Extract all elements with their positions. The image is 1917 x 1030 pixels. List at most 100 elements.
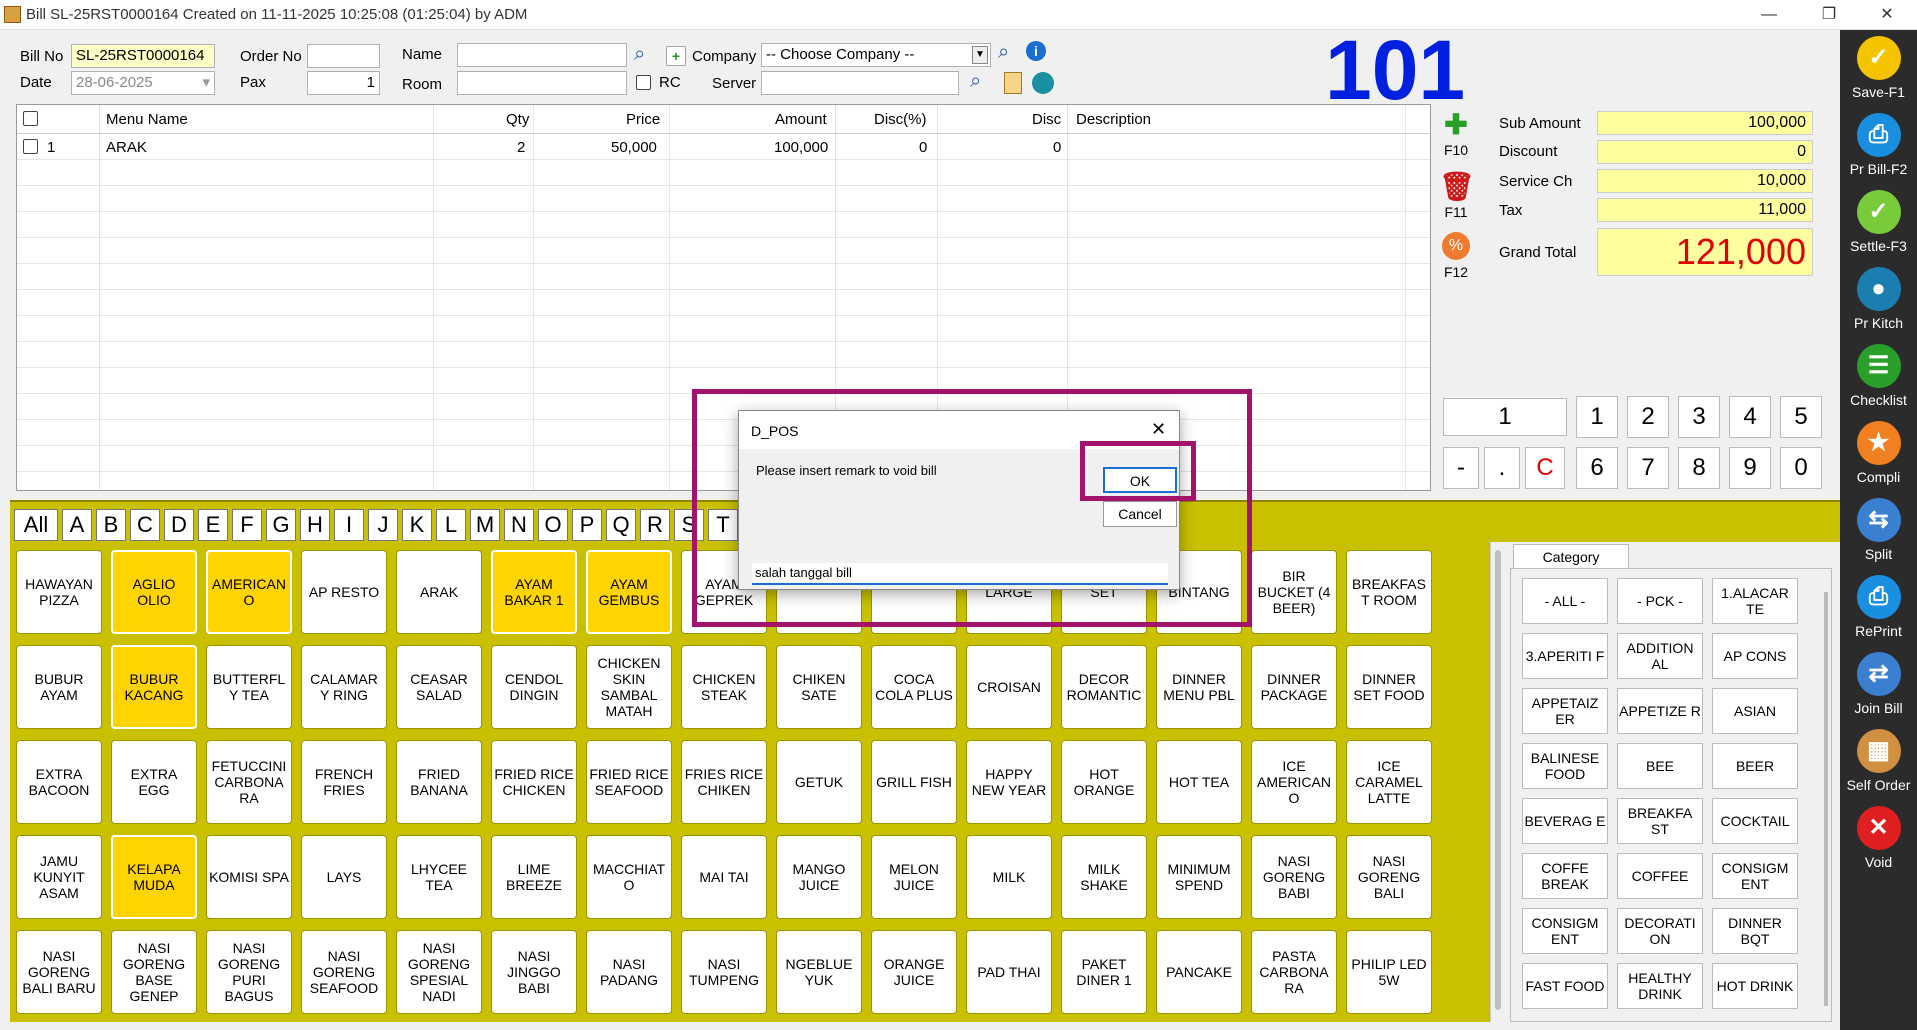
menu-item[interactable]: MACCHIAT O: [586, 835, 672, 919]
alpha-key-a[interactable]: A: [62, 509, 92, 541]
save-f1-button[interactable]: ✓ Save-F1: [1840, 36, 1917, 100]
key-minus[interactable]: -: [1443, 447, 1479, 489]
menu-item[interactable]: FRIES RICE CHIKEN: [681, 740, 767, 824]
menu-item[interactable]: DINNER MENU PBL: [1156, 645, 1242, 729]
category-item[interactable]: COFFE BREAK: [1522, 853, 1608, 899]
menu-item[interactable]: CALAMAR Y RING: [301, 645, 387, 729]
menu-item[interactable]: NASI GORENG BALI BARU: [16, 930, 102, 1014]
alpha-key-d[interactable]: D: [164, 509, 194, 541]
menu-item[interactable]: EXTRA BACOON: [16, 740, 102, 824]
compli-button[interactable]: ★ Compli: [1840, 421, 1917, 485]
menu-item[interactable]: ICE AMERICAN O: [1251, 740, 1337, 824]
alpha-key-e[interactable]: E: [198, 509, 228, 541]
menu-item[interactable]: MINIMUM SPEND: [1156, 835, 1242, 919]
category-item[interactable]: - ALL -: [1522, 578, 1608, 624]
category-item[interactable]: HOT DRINK: [1712, 963, 1798, 1009]
server-field[interactable]: [761, 71, 959, 95]
room-field[interactable]: [457, 71, 627, 95]
key-4[interactable]: 4: [1729, 396, 1771, 438]
alpha-key-r[interactable]: R: [640, 509, 670, 541]
menu-item[interactable]: HAPPY NEW YEAR: [966, 740, 1052, 824]
menu-item[interactable]: NASI GORENG BALI: [1346, 835, 1432, 919]
bill-no-field[interactable]: SL-25RST0000164: [71, 44, 215, 68]
info-icon[interactable]: i: [1026, 41, 1046, 61]
menu-item[interactable]: EXTRA EGG: [111, 740, 197, 824]
menu-item[interactable]: FRIED RICE SEAFOOD: [586, 740, 672, 824]
key-6[interactable]: 6: [1576, 447, 1618, 489]
menu-item[interactable]: NASI JINGGO BABI: [491, 930, 577, 1014]
date-picker[interactable]: 28-06-2025 ▾: [71, 71, 215, 95]
category-item[interactable]: BALINESE FOOD: [1522, 743, 1608, 789]
menu-item[interactable]: PHILIP LED 5W: [1346, 930, 1432, 1014]
menu-item[interactable]: LHYCEE TEA: [396, 835, 482, 919]
menu-item[interactable]: MILK: [966, 835, 1052, 919]
menu-item[interactable]: PASTA CARBONA RA: [1251, 930, 1337, 1014]
menu-item[interactable]: LIME BREEZE: [491, 835, 577, 919]
menu-item[interactable]: CENDOL DINGIN: [491, 645, 577, 729]
restore-button[interactable]: ❐: [1807, 3, 1851, 27]
reprint-button[interactable]: ⎙ RePrint: [1840, 575, 1917, 639]
menu-item[interactable]: DINNER SET FOOD: [1346, 645, 1432, 729]
category-item[interactable]: FAST FOOD: [1522, 963, 1608, 1009]
menu-item[interactable]: GETUK: [776, 740, 862, 824]
rc-checkbox[interactable]: [636, 75, 651, 90]
menu-item[interactable]: BUTTERFL Y TEA: [206, 645, 292, 729]
row-qty[interactable]: 2: [517, 139, 525, 156]
menu-item[interactable]: MILK SHAKE: [1061, 835, 1147, 919]
alpha-key-i[interactable]: I: [334, 509, 364, 541]
menu-item[interactable]: NASI GORENG BABI: [1251, 835, 1337, 919]
menu-item[interactable]: BIR BUCKET (4 BEER): [1251, 550, 1337, 634]
category-item[interactable]: COCKTAIL: [1712, 798, 1798, 844]
category-item[interactable]: COFFEE: [1617, 853, 1703, 899]
menu-item[interactable]: AMERICAN O: [206, 550, 292, 634]
alpha-key-l[interactable]: L: [436, 509, 466, 541]
category-scrollbar[interactable]: [1824, 592, 1828, 1006]
alpha-key-f[interactable]: F: [232, 509, 262, 541]
menu-item[interactable]: ORANGE JUICE: [871, 930, 957, 1014]
key-5[interactable]: 5: [1780, 396, 1822, 438]
menu-item[interactable]: CHICKEN SKIN SAMBAL MATAH: [586, 645, 672, 729]
row-price[interactable]: 50,000: [611, 139, 657, 156]
menu-item[interactable]: AYAM BAKAR 1: [491, 550, 577, 634]
menu-scroll-thumb[interactable]: [1495, 550, 1501, 1010]
close-window-button[interactable]: ✕: [1865, 3, 1909, 27]
category-item[interactable]: AP CONS: [1712, 633, 1798, 679]
search-company-icon[interactable]: ⌕: [998, 41, 1009, 64]
row-disc[interactable]: 0: [1053, 139, 1061, 156]
menu-item[interactable]: DINNER PACKAGE: [1251, 645, 1337, 729]
menu-item[interactable]: GRILL FISH: [871, 740, 957, 824]
menu-item[interactable]: BREAKFAS T ROOM: [1346, 550, 1432, 634]
add-item-button[interactable]: ✚ F10: [1437, 108, 1475, 158]
menu-item[interactable]: DECOR ROMANTIC: [1061, 645, 1147, 729]
menu-item[interactable]: HOT TEA: [1156, 740, 1242, 824]
chevron-down-icon[interactable]: ▼: [972, 46, 988, 64]
key-clear[interactable]: C: [1525, 447, 1565, 489]
key-3[interactable]: 3: [1678, 396, 1720, 438]
alpha-key-h[interactable]: H: [300, 509, 330, 541]
search-server-icon[interactable]: ⌕: [970, 70, 981, 93]
menu-item[interactable]: CROISAN: [966, 645, 1052, 729]
category-item[interactable]: 1.ALACAR TE: [1712, 578, 1798, 624]
menu-item[interactable]: MELON JUICE: [871, 835, 957, 919]
numpad-display[interactable]: 1: [1443, 398, 1567, 436]
alpha-key-c[interactable]: C: [130, 509, 160, 541]
menu-item[interactable]: AYAM GEMBUS: [586, 550, 672, 634]
calendar-icon[interactable]: ▾: [202, 72, 210, 94]
discount-button[interactable]: % F12: [1437, 232, 1475, 280]
menu-item[interactable]: KELAPA MUDA: [111, 835, 197, 919]
menu-item[interactable]: AP RESTO: [301, 550, 387, 634]
alpha-key-k[interactable]: K: [402, 509, 432, 541]
alpha-key-q[interactable]: Q: [606, 509, 636, 541]
select-all-checkbox[interactable]: [23, 111, 38, 126]
menu-item[interactable]: HOT ORANGE: [1061, 740, 1147, 824]
menu-item[interactable]: AGLIO OLIO: [111, 550, 197, 634]
menu-item[interactable]: NASI GORENG SPESIAL NADI: [396, 930, 482, 1014]
key-8[interactable]: 8: [1678, 447, 1720, 489]
alpha-key-all[interactable]: All: [14, 509, 58, 541]
category-item[interactable]: BEER: [1712, 743, 1798, 789]
row-disc-pct[interactable]: 0: [919, 139, 927, 156]
key-dot[interactable]: .: [1484, 447, 1520, 489]
category-item[interactable]: - PCK -: [1617, 578, 1703, 624]
category-item[interactable]: DINNER BQT: [1712, 908, 1798, 954]
key-0[interactable]: 0: [1780, 447, 1822, 489]
